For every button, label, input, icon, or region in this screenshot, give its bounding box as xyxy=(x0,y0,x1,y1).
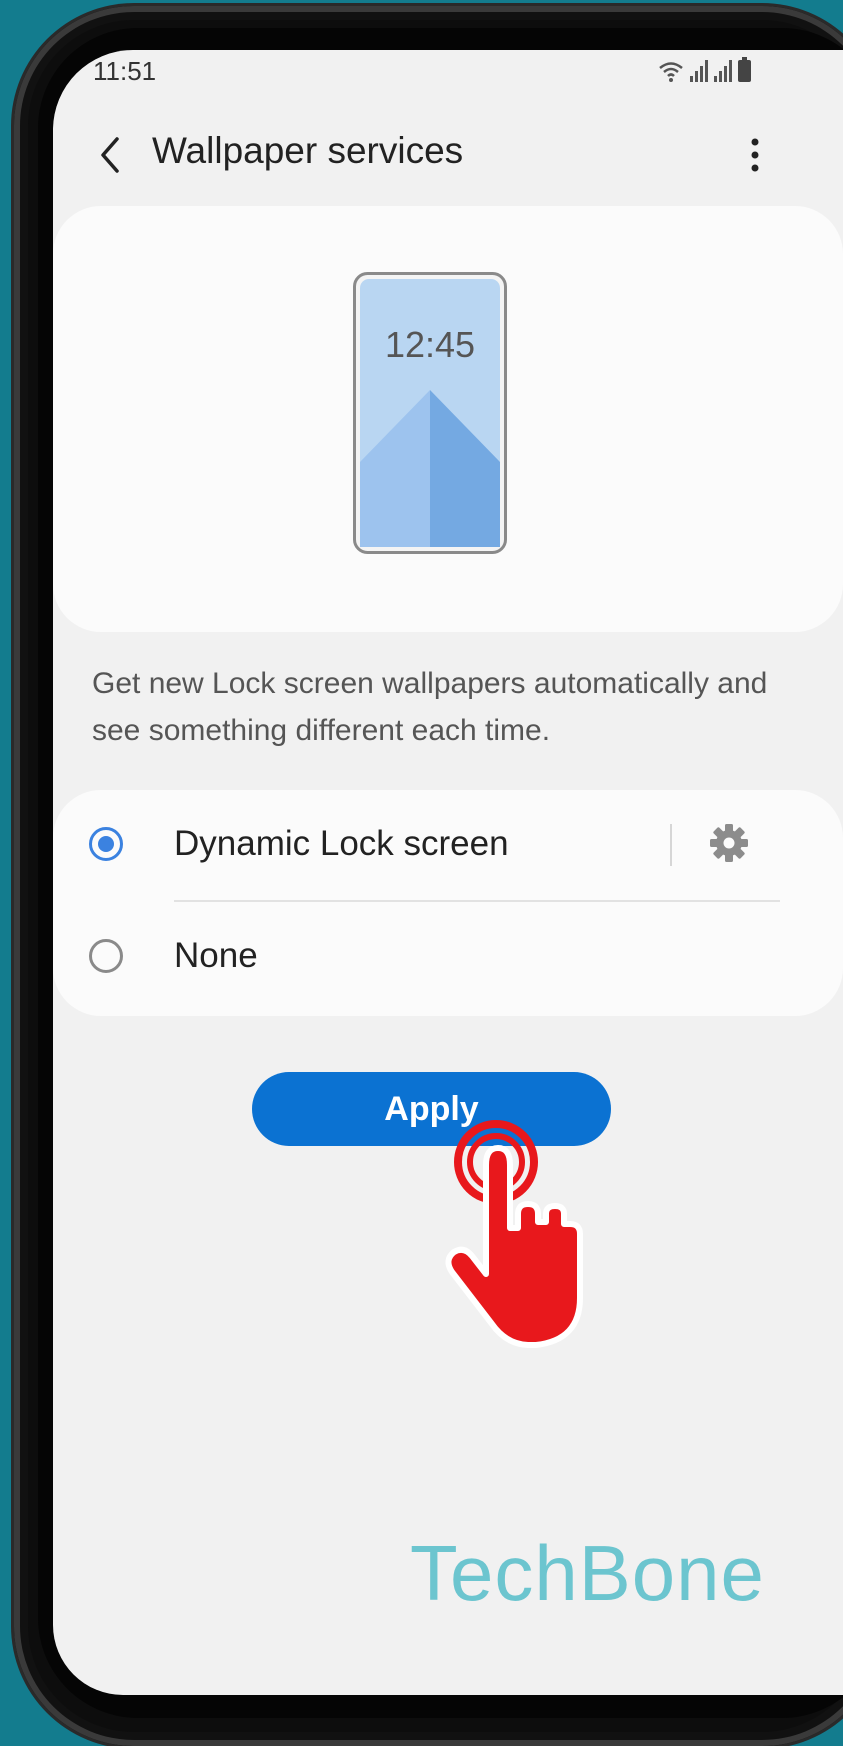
preview-phone-image xyxy=(353,272,507,554)
battery-icon xyxy=(738,57,751,82)
signal-icon xyxy=(690,60,708,82)
gear-icon xyxy=(710,824,748,862)
back-button[interactable] xyxy=(85,130,135,180)
lock-screen-preview: 12:45 xyxy=(353,272,507,554)
app-bar: Wallpaper services xyxy=(53,110,843,210)
status-icons xyxy=(658,57,751,82)
options-card: Dynamic Lock screen None xyxy=(53,790,843,1016)
chevron-left-icon xyxy=(101,137,119,173)
option-label: None xyxy=(174,936,258,975)
description-text: Get new Lock screen wallpapers automatic… xyxy=(92,667,768,747)
page-title: Wallpaper services xyxy=(152,130,464,171)
radio-unselected[interactable] xyxy=(89,939,123,973)
option-none[interactable]: None xyxy=(53,902,843,1012)
dynamic-lock-settings-button[interactable] xyxy=(706,820,752,866)
vertical-divider xyxy=(670,824,672,866)
signal-icon-2 xyxy=(714,60,732,82)
phone-screen: 11:51 Wallpaper services 12:45 Get new L… xyxy=(53,50,843,1695)
option-label: Dynamic Lock screen xyxy=(174,824,509,863)
watermark-logo: TechBone xyxy=(410,1529,765,1617)
wallpaper-preview-card: 12:45 xyxy=(53,206,843,632)
status-time: 11:51 xyxy=(93,56,157,86)
wifi-icon xyxy=(659,62,683,82)
preview-clock: 12:45 xyxy=(384,324,476,365)
radio-selected[interactable] xyxy=(89,827,123,861)
more-vertical-icon xyxy=(751,138,759,172)
option-dynamic-lock-screen[interactable]: Dynamic Lock screen xyxy=(53,790,843,902)
status-bar: 11:51 xyxy=(53,50,843,96)
tap-hand-icon xyxy=(445,1120,583,1348)
more-options-button[interactable] xyxy=(733,130,777,180)
